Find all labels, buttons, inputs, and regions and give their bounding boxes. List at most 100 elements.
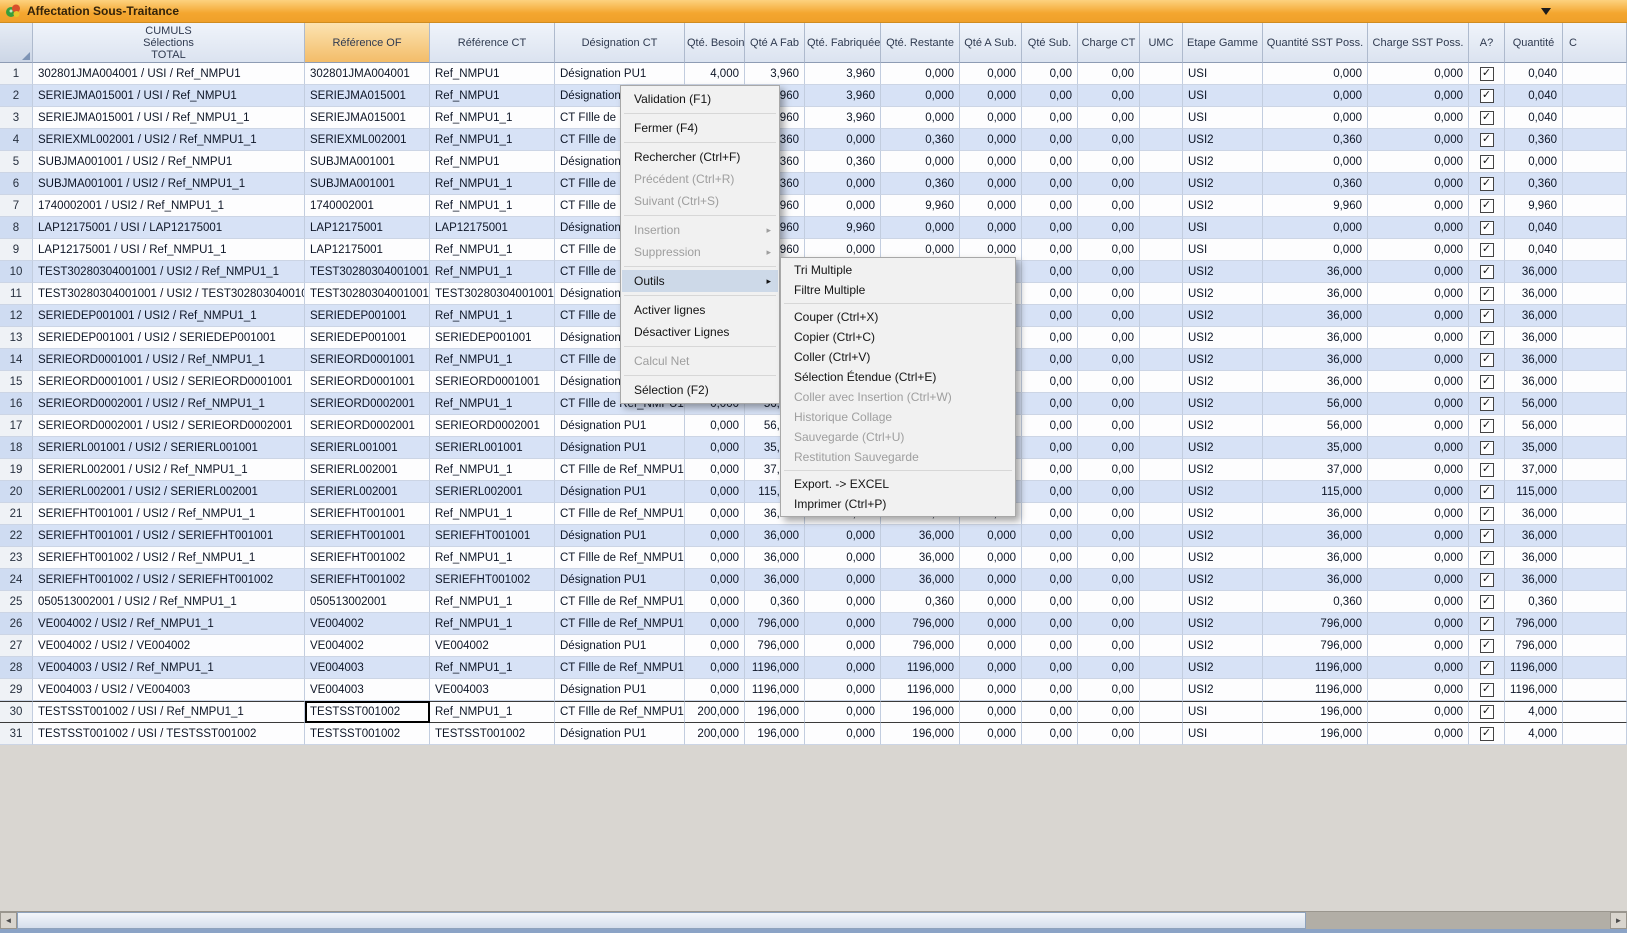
cell-ct[interactable]: VE004002 bbox=[430, 635, 555, 657]
cell-asub[interactable]: 0,000 bbox=[960, 701, 1022, 723]
cell-etape[interactable]: USI2 bbox=[1183, 635, 1263, 657]
cell-umc[interactable] bbox=[1140, 437, 1183, 459]
cell-etape[interactable]: USI bbox=[1183, 239, 1263, 261]
cell-qte[interactable]: 36,000 bbox=[1505, 327, 1563, 349]
cell-umc[interactable] bbox=[1140, 349, 1183, 371]
cell-chct[interactable]: 0,00 bbox=[1078, 613, 1140, 635]
cell-asub[interactable]: 0,000 bbox=[960, 151, 1022, 173]
cell-cumuls[interactable]: TESTSST001002 / USI / TESTSST001002 bbox=[33, 723, 305, 745]
cell-cumuls[interactable]: VE004003 / USI2 / VE004003 bbox=[33, 679, 305, 701]
cell-besoin[interactable]: 0,000 bbox=[685, 635, 745, 657]
cell-qte[interactable]: 56,000 bbox=[1505, 415, 1563, 437]
row-number[interactable]: 3 bbox=[0, 107, 33, 129]
cell-a[interactable]: ✓ bbox=[1469, 613, 1505, 635]
cell-of[interactable]: SERIERL001001 bbox=[305, 437, 430, 459]
cell-cx[interactable] bbox=[1563, 503, 1627, 525]
cell-rest[interactable]: 0,360 bbox=[881, 173, 960, 195]
cell-fabq[interactable]: 0,360 bbox=[805, 151, 881, 173]
cell-of[interactable]: TESTSST001002 bbox=[305, 723, 430, 745]
cell-qsub[interactable]: 0,00 bbox=[1022, 701, 1078, 723]
cell-of[interactable]: SERIEDEP001001 bbox=[305, 327, 430, 349]
cell-chct[interactable]: 0,00 bbox=[1078, 173, 1140, 195]
cell-chct[interactable]: 0,00 bbox=[1078, 503, 1140, 525]
cell-umc[interactable] bbox=[1140, 547, 1183, 569]
cell-cx[interactable] bbox=[1563, 349, 1627, 371]
cell-qsst[interactable]: 37,000 bbox=[1263, 459, 1368, 481]
cell-chsst[interactable]: 0,000 bbox=[1368, 657, 1469, 679]
cell-etape[interactable]: USI2 bbox=[1183, 481, 1263, 503]
cell-qte[interactable]: 35,000 bbox=[1505, 437, 1563, 459]
cell-ct[interactable]: Ref_NMPU1_1 bbox=[430, 459, 555, 481]
cell-a[interactable]: ✓ bbox=[1469, 151, 1505, 173]
cell-umc[interactable] bbox=[1140, 63, 1183, 85]
cell-qsst[interactable]: 56,000 bbox=[1263, 393, 1368, 415]
cell-qte[interactable]: 1196,000 bbox=[1505, 657, 1563, 679]
cell-qsub[interactable]: 0,00 bbox=[1022, 239, 1078, 261]
cell-a[interactable]: ✓ bbox=[1469, 173, 1505, 195]
cell-besoin[interactable]: 4,000 bbox=[685, 63, 745, 85]
cell-afab[interactable]: 3,960 bbox=[745, 63, 805, 85]
cell-of[interactable]: 1740002001 bbox=[305, 195, 430, 217]
cell-of[interactable]: SERIEFHT001002 bbox=[305, 569, 430, 591]
cell-a[interactable]: ✓ bbox=[1469, 371, 1505, 393]
cell-of[interactable]: SERIEDEP001001 bbox=[305, 305, 430, 327]
checkbox-checked-icon[interactable]: ✓ bbox=[1480, 441, 1494, 455]
cell-des[interactable]: Désignation PU1 bbox=[555, 63, 685, 85]
cell-of[interactable]: TEST30280304001001 bbox=[305, 283, 430, 305]
cell-afab[interactable]: 0,360 bbox=[745, 591, 805, 613]
cell-ct[interactable]: Ref_NMPU1_1 bbox=[430, 701, 555, 723]
cell-besoin[interactable]: 0,000 bbox=[685, 591, 745, 613]
cell-qsst[interactable]: 36,000 bbox=[1263, 283, 1368, 305]
cell-chsst[interactable]: 0,000 bbox=[1368, 393, 1469, 415]
cell-asub[interactable]: 0,000 bbox=[960, 173, 1022, 195]
cell-asub[interactable]: 0,000 bbox=[960, 129, 1022, 151]
cell-ct[interactable]: Ref_NMPU1_1 bbox=[430, 503, 555, 525]
checkbox-checked-icon[interactable]: ✓ bbox=[1480, 155, 1494, 169]
cell-qsub[interactable]: 0,00 bbox=[1022, 591, 1078, 613]
cell-of[interactable]: SERIEXML002001 bbox=[305, 129, 430, 151]
cell-qsst[interactable]: 196,000 bbox=[1263, 723, 1368, 745]
cell-cumuls[interactable]: SERIERL001001 / USI2 / SERIERL001001 bbox=[33, 437, 305, 459]
cell-chct[interactable]: 0,00 bbox=[1078, 635, 1140, 657]
cell-ct[interactable]: Ref_NMPU1_1 bbox=[430, 305, 555, 327]
cell-chsst[interactable]: 0,000 bbox=[1368, 613, 1469, 635]
cell-chct[interactable]: 0,00 bbox=[1078, 349, 1140, 371]
cell-afab[interactable]: 796,000 bbox=[745, 613, 805, 635]
cell-of[interactable]: SERIEORD0002001 bbox=[305, 415, 430, 437]
checkbox-checked-icon[interactable]: ✓ bbox=[1480, 243, 1494, 257]
cell-a[interactable]: ✓ bbox=[1469, 129, 1505, 151]
menu-item-filtre-multiple[interactable]: Filtre Multiple bbox=[782, 280, 1014, 300]
column-header-qte[interactable]: Quantité bbox=[1505, 23, 1563, 63]
cell-besoin[interactable]: 0,000 bbox=[685, 481, 745, 503]
cell-besoin[interactable]: 0,000 bbox=[685, 437, 745, 459]
cell-a[interactable]: ✓ bbox=[1469, 327, 1505, 349]
cell-cumuls[interactable]: SERIERL002001 / USI2 / SERIERL002001 bbox=[33, 481, 305, 503]
cell-a[interactable]: ✓ bbox=[1469, 195, 1505, 217]
cell-qsub[interactable]: 0,00 bbox=[1022, 723, 1078, 745]
cell-ct[interactable]: LAP12175001 bbox=[430, 217, 555, 239]
cell-rest[interactable]: 796,000 bbox=[881, 613, 960, 635]
column-header-of[interactable]: Référence OF bbox=[305, 23, 430, 63]
cell-qsub[interactable]: 0,00 bbox=[1022, 305, 1078, 327]
cell-chct[interactable]: 0,00 bbox=[1078, 239, 1140, 261]
cell-qsst[interactable]: 36,000 bbox=[1263, 327, 1368, 349]
cell-of[interactable]: SERIEFHT001001 bbox=[305, 503, 430, 525]
cell-qsub[interactable]: 0,00 bbox=[1022, 569, 1078, 591]
row-number[interactable]: 17 bbox=[0, 415, 33, 437]
checkbox-checked-icon[interactable]: ✓ bbox=[1480, 287, 1494, 301]
cell-chct[interactable]: 0,00 bbox=[1078, 217, 1140, 239]
cell-fabq[interactable]: 0,000 bbox=[805, 129, 881, 151]
cell-des[interactable]: Désignation PU1 bbox=[555, 415, 685, 437]
cell-ct[interactable]: VE004003 bbox=[430, 679, 555, 701]
cell-cumuls[interactable]: VE004002 / USI2 / VE004002 bbox=[33, 635, 305, 657]
cell-qsst[interactable]: 0,000 bbox=[1263, 63, 1368, 85]
cell-qsub[interactable]: 0,00 bbox=[1022, 613, 1078, 635]
menu-item-suppression[interactable]: Suppression▸ bbox=[622, 241, 778, 263]
cell-des[interactable]: CT FIlle de Ref_NMPU1 bbox=[555, 613, 685, 635]
cell-fabq[interactable]: 0,000 bbox=[805, 591, 881, 613]
column-header-ct[interactable]: Référence CT bbox=[430, 23, 555, 63]
cell-umc[interactable] bbox=[1140, 481, 1183, 503]
checkbox-checked-icon[interactable]: ✓ bbox=[1480, 133, 1494, 147]
cell-ct[interactable]: TESTSST001002 bbox=[430, 723, 555, 745]
cell-asub[interactable]: 0,000 bbox=[960, 217, 1022, 239]
